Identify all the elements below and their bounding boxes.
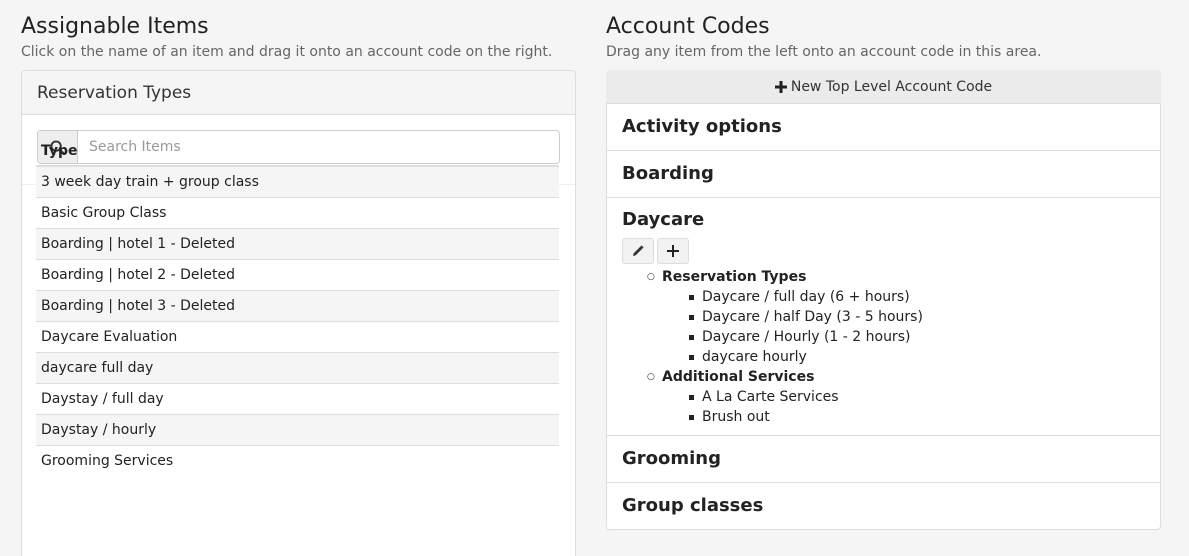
account-code-name[interactable]: Activity options [622,104,1145,150]
row-label[interactable]: Grooming Services [36,444,559,476]
row-label[interactable]: Boarding | hotel 3 - Deleted [36,289,559,321]
assigned-item[interactable]: daycare hourly [647,347,1145,367]
row-label[interactable]: daycare full day [36,351,559,383]
account-code-actions [622,238,1145,264]
account-code-activity-options[interactable]: Activity options [607,104,1160,151]
reservation-types-table: Type 3 week day train + group class Basi… [36,136,559,476]
account-codes-title: Account Codes [606,14,770,39]
table-row[interactable]: Boarding | hotel 3 - Deleted [36,289,559,321]
assignable-items-column: Assignable Items Click on the name of an… [21,0,576,556]
row-label[interactable]: Daycare Evaluation [36,320,559,352]
add-child-button[interactable] [657,238,689,264]
table-row[interactable]: Daycare Evaluation [36,320,559,352]
table-row[interactable]: Boarding | hotel 2 - Deleted [36,258,559,290]
pencil-icon [633,245,644,256]
table-row[interactable]: 3 week day train + group class [36,165,559,197]
row-label[interactable]: Daystay / full day [36,382,559,414]
account-codes-column: Account Codes Drag any item from the lef… [606,0,1161,530]
table-header-type: Type [36,136,559,167]
table-row[interactable]: Basic Group Class [36,196,559,228]
table-row[interactable]: Boarding | hotel 1 - Deleted [36,227,559,259]
assigned-item[interactable]: Daycare / Hourly (1 - 2 hours) [647,327,1145,347]
row-label[interactable]: Boarding | hotel 2 - Deleted [36,258,559,290]
table-row[interactable]: daycare full day [36,351,559,383]
group-reservation-types: Reservation Types [647,267,1145,287]
new-button-label: New Top Level Account Code [790,79,993,95]
account-code-name[interactable]: Daycare [622,202,1145,238]
row-label[interactable]: Boarding | hotel 1 - Deleted [36,227,559,259]
assigned-item[interactable]: Brush out [647,407,1145,427]
plus-icon [774,81,787,93]
edit-button[interactable] [622,238,654,264]
account-codes-subtitle: Drag any item from the left onto an acco… [606,44,1042,60]
account-code-group-classes[interactable]: Group classes [607,483,1160,529]
table-row[interactable]: Daystay / full day [36,382,559,414]
row-label[interactable]: 3 week day train + group class [36,165,559,197]
account-code-grooming[interactable]: Grooming [607,436,1160,483]
row-label[interactable]: Basic Group Class [36,196,559,228]
assigned-item[interactable]: Daycare / half Day (3 - 5 hours) [647,307,1145,327]
plus-icon [667,245,679,257]
account-code-boarding[interactable]: Boarding [607,151,1160,198]
assignable-items-title: Assignable Items [21,14,209,39]
account-codes-list: Activity options Boarding Daycare Reserv… [606,103,1161,530]
group-additional-services: Additional Services [647,367,1145,387]
panel-heading: Reservation Types [22,71,575,115]
new-top-level-account-code-button[interactable]: New Top Level Account Code [606,70,1161,104]
daycare-assigned-items: Reservation Types Daycare / full day (6 … [622,267,1145,435]
account-code-name[interactable]: Group classes [622,483,1145,529]
account-code-daycare[interactable]: Daycare Reservation Types Daycare / full… [607,202,1160,436]
row-label[interactable]: Daystay / hourly [36,413,559,445]
account-code-name[interactable]: Boarding [622,151,1145,197]
assigned-item[interactable]: A La Carte Services [647,387,1145,407]
account-code-name[interactable]: Grooming [622,436,1145,482]
table-row[interactable]: Grooming Services [36,444,559,476]
assignable-items-subtitle: Click on the name of an item and drag it… [21,44,553,60]
table-row[interactable]: Daystay / hourly [36,413,559,445]
assigned-item[interactable]: Daycare / full day (6 + hours) [647,287,1145,307]
